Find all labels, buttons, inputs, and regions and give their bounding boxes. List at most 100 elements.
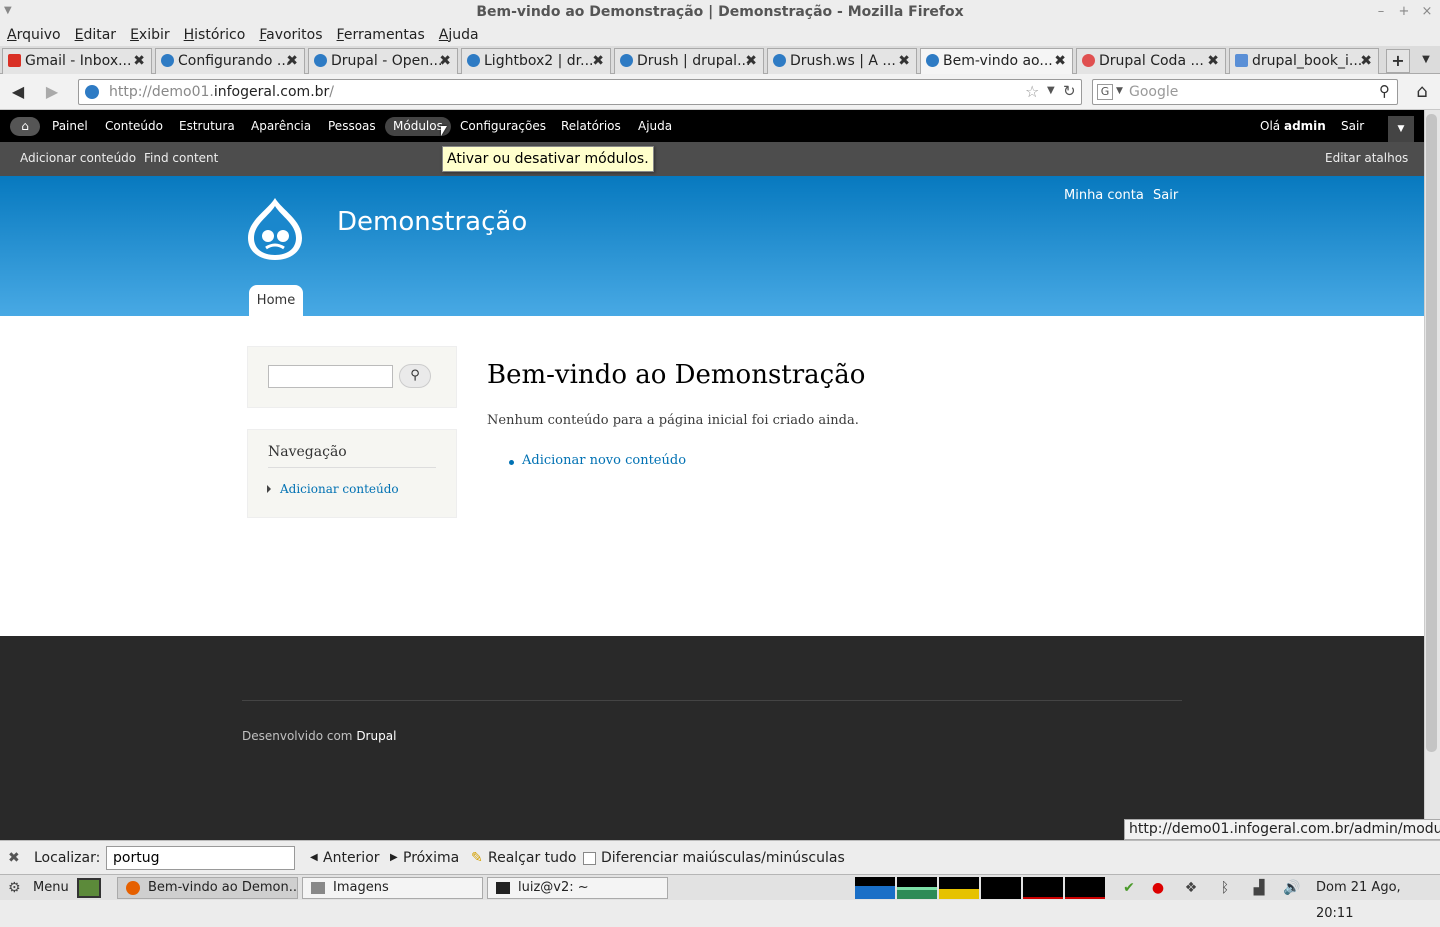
network-signal-icon[interactable]: ▟: [1250, 878, 1268, 898]
bookmark-star-icon[interactable]: ☆: [1025, 82, 1039, 101]
footer-divider: [242, 700, 1182, 701]
home-icon[interactable]: ⌂: [1410, 80, 1434, 104]
match-case-checkbox[interactable]: [583, 852, 596, 865]
link-minha-conta[interactable]: Minha conta: [1064, 188, 1144, 203]
reload-icon[interactable]: ↻: [1063, 82, 1076, 100]
close-icon[interactable]: ×: [1418, 2, 1436, 22]
new-tab-icon[interactable]: +: [1386, 49, 1410, 73]
tab-close-icon[interactable]: ✖: [439, 49, 451, 73]
find-next-button[interactable]: Próxima: [403, 841, 459, 875]
search-bar[interactable]: G ▼ Google ⚲: [1092, 79, 1398, 105]
shortcut-edit[interactable]: Editar atalhos: [1325, 142, 1408, 175]
toolbar-pessoas[interactable]: Pessoas: [328, 110, 376, 142]
toolbar-conteudo[interactable]: Conteúdo: [105, 110, 163, 142]
tab-label: drupal_book_i...: [1252, 53, 1363, 69]
tab-close-icon[interactable]: ✖: [592, 49, 604, 73]
tab-lightbox2[interactable]: Lightbox2 | dr... ✖: [461, 48, 611, 74]
tab-close-icon[interactable]: ✖: [898, 49, 910, 73]
tab-drupal-open[interactable]: Drupal - Open... ✖: [308, 48, 458, 74]
navigation-title: Navegação: [268, 444, 347, 460]
window-menu-icon[interactable]: ▼: [4, 4, 18, 18]
toolbar-configuracoes[interactable]: Configurações: [460, 110, 546, 142]
menu-historico[interactable]: Histórico: [177, 24, 253, 46]
scrollbar-thumb[interactable]: [1426, 114, 1437, 752]
menu-ferramentas[interactable]: Ferramentas: [330, 24, 432, 46]
tab-close-icon[interactable]: ✖: [1054, 49, 1066, 73]
history-dropdown-icon[interactable]: ▼: [1047, 85, 1055, 96]
google-icon[interactable]: G: [1097, 84, 1113, 100]
tab-drupal-book[interactable]: drupal_book_i... ✖: [1229, 48, 1379, 74]
start-menu-button[interactable]: Menu: [33, 875, 69, 901]
toolbar-ajuda[interactable]: Ajuda: [638, 110, 672, 142]
shortcuts-toggle-icon[interactable]: ▼: [1388, 116, 1414, 142]
site-header: [0, 176, 1424, 316]
volume-icon[interactable]: 🔊: [1283, 878, 1301, 898]
gear-icon[interactable]: ⚙: [8, 875, 21, 901]
maximize-icon[interactable]: +: [1395, 2, 1413, 22]
clock[interactable]: Dom 21 Ago, 20:11: [1316, 875, 1440, 927]
show-desktop-icon[interactable]: [77, 878, 101, 898]
search-button[interactable]: ⚲: [399, 364, 431, 388]
findbar-close-icon[interactable]: ✖: [8, 841, 20, 875]
tab-drush-ws[interactable]: Drush.ws | A ... ✖: [767, 48, 917, 74]
find-previous-button[interactable]: Anterior: [323, 841, 380, 875]
list-tabs-icon[interactable]: ▼: [1418, 50, 1434, 70]
task-terminal[interactable]: luiz@v2: ~: [487, 877, 668, 899]
match-case-label[interactable]: Diferenciar maiúsculas/minúsculas: [601, 841, 845, 875]
dropbox-icon[interactable]: ❖: [1182, 878, 1200, 898]
drupal-link[interactable]: Drupal: [356, 729, 396, 743]
menu-bar: Arquivo Editar Exibir Histórico Favoritos Fer…: [0, 24, 1440, 46]
link-sair[interactable]: Sair: [1153, 188, 1178, 203]
task-firefox[interactable]: Bem-vindo ao Demon...: [117, 877, 298, 899]
tab-close-icon[interactable]: ✖: [286, 49, 298, 73]
username[interactable]: admin: [1284, 119, 1326, 133]
find-input[interactable]: portug: [106, 846, 295, 870]
toolbar-painel[interactable]: Painel: [52, 110, 88, 142]
drupal-logo[interactable]: [246, 196, 304, 262]
tab-label: Gmail - Inbox...: [25, 53, 132, 69]
shortcut-add-content[interactable]: Adicionar conteúdo: [20, 142, 136, 175]
toolbar-relatorios[interactable]: Relatórios: [561, 110, 621, 142]
shield-icon[interactable]: ✔: [1120, 878, 1138, 898]
toolbar-aparencia[interactable]: Aparência: [251, 110, 311, 142]
minimize-icon[interactable]: –: [1372, 2, 1390, 22]
nav-add-content-link[interactable]: Adicionar conteúdo: [280, 482, 399, 496]
menu-ajuda[interactable]: Ajuda: [432, 24, 486, 46]
page-title: Bem-vindo ao Demonstração: [487, 360, 866, 390]
site-name[interactable]: Demonstração: [337, 207, 527, 237]
address-bar[interactable]: http://demo01.infogeral.com.br/ ☆ ▼ ↻: [78, 79, 1082, 105]
footer-prefix: Desenvolvido com: [242, 729, 353, 743]
tab-drush[interactable]: Drush | drupal... ✖: [614, 48, 764, 74]
tab-configurando[interactable]: Configurando ... ✖: [155, 48, 305, 74]
toolbar-estrutura[interactable]: Estrutura: [179, 110, 235, 142]
tab-drupal-coda[interactable]: Drupal Coda ... ✖: [1076, 48, 1226, 74]
menu-exibir[interactable]: Exibir: [123, 24, 177, 46]
bluetooth-icon[interactable]: ᛒ: [1216, 878, 1234, 898]
toolbar-logout[interactable]: Sair: [1341, 110, 1364, 142]
menu-favoritos[interactable]: Favoritos: [252, 24, 329, 46]
highlight-all-button[interactable]: Realçar tudo: [488, 841, 576, 875]
search-input[interactable]: [268, 365, 393, 388]
search-engine-dropdown-icon[interactable]: ▼: [1116, 86, 1123, 96]
tab-close-icon[interactable]: ✖: [1207, 49, 1219, 73]
site-identity-icon[interactable]: [85, 85, 99, 99]
tab-home[interactable]: Home: [249, 285, 303, 316]
tab-close-icon[interactable]: ✖: [745, 49, 757, 73]
record-icon[interactable]: ●: [1149, 878, 1167, 898]
task-imagens[interactable]: Imagens: [302, 877, 483, 899]
menu-editar[interactable]: Editar: [68, 24, 123, 46]
tab-close-icon[interactable]: ✖: [1360, 49, 1372, 73]
shortcut-find-content[interactable]: Find content: [144, 142, 218, 175]
tab-gmail[interactable]: Gmail - Inbox... ✖: [2, 48, 152, 74]
tab-label: Lightbox2 | dr...: [484, 53, 594, 69]
menu-arquivo[interactable]: Arquivo: [0, 24, 68, 46]
tooltip: Ativar ou desativar módulos.: [442, 146, 654, 172]
tab-close-icon[interactable]: ✖: [133, 49, 145, 73]
toolbar-home-icon[interactable]: ⌂: [10, 117, 40, 136]
url-suffix: /: [329, 84, 335, 100]
back-icon[interactable]: ◀: [6, 80, 30, 104]
search-icon[interactable]: ⚲: [1379, 82, 1390, 100]
add-new-content-link[interactable]: Adicionar novo conteúdo: [522, 453, 686, 468]
forward-icon[interactable]: ▶: [40, 80, 64, 104]
tab-bem-vindo[interactable]: Bem-vindo ao... ✖: [920, 48, 1073, 74]
